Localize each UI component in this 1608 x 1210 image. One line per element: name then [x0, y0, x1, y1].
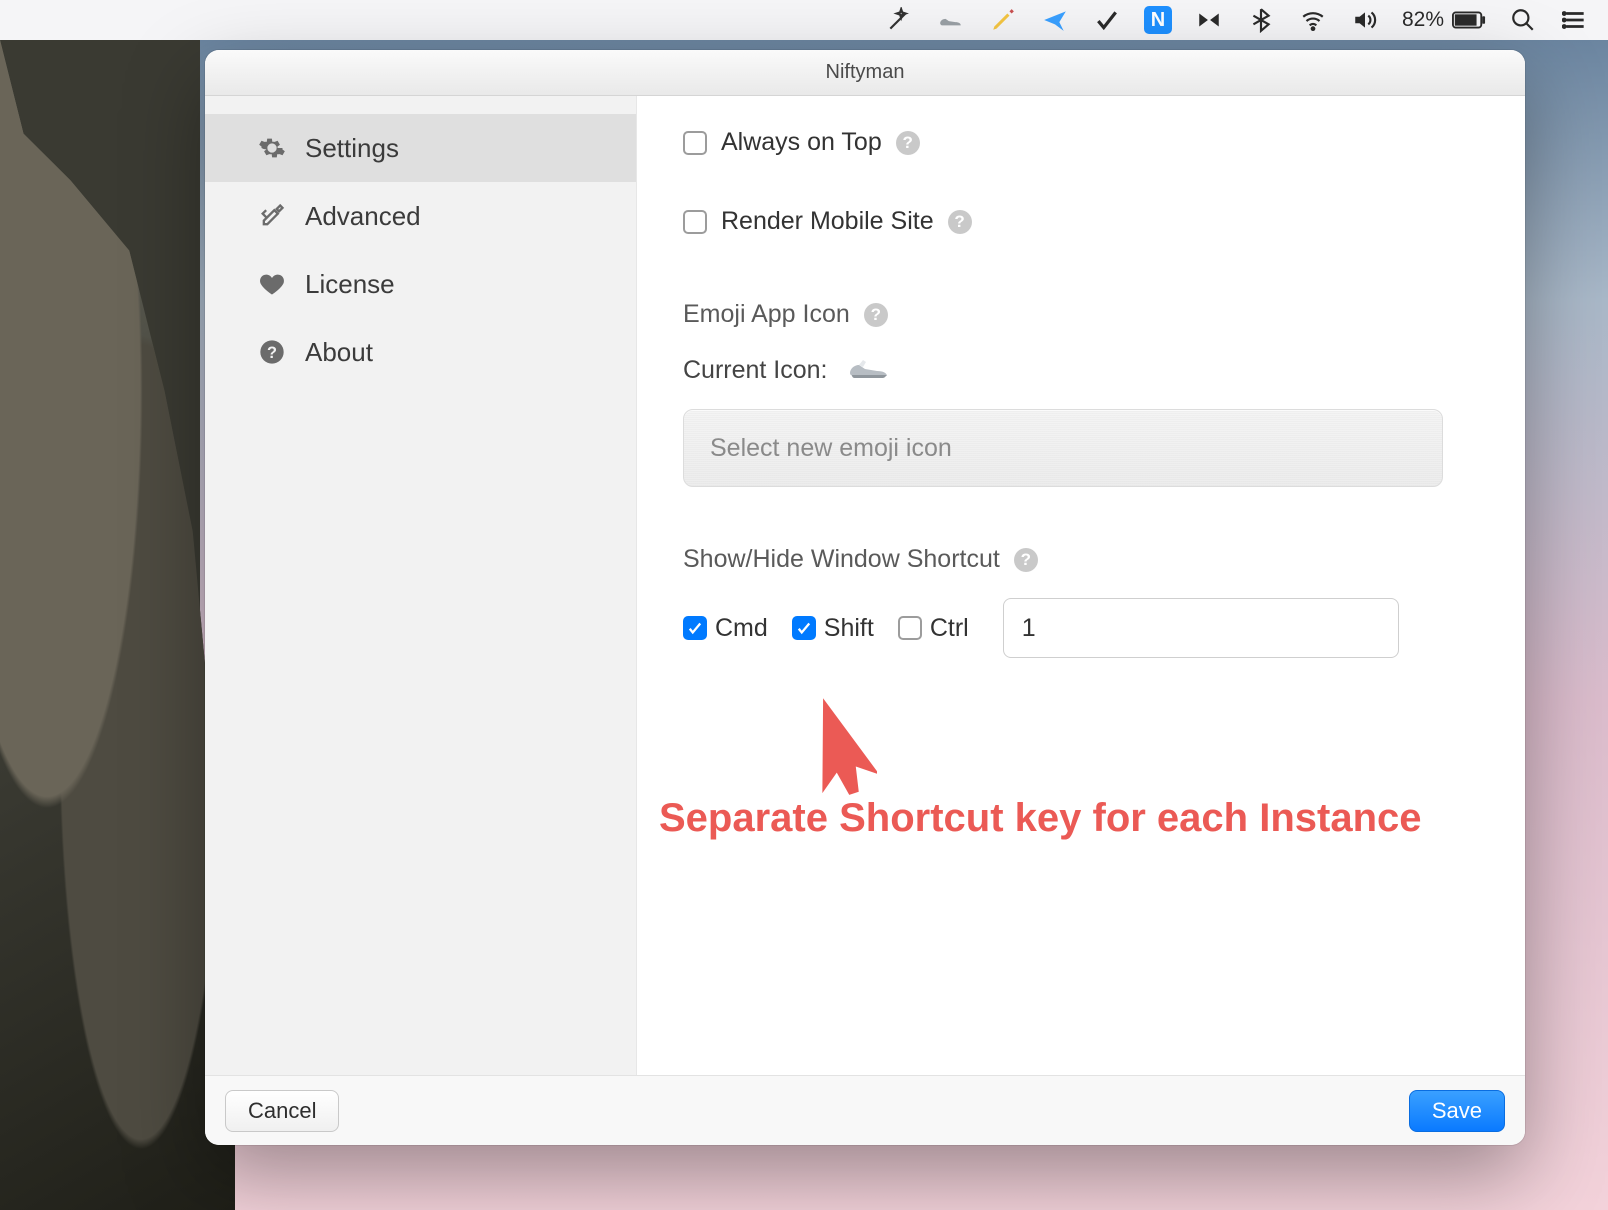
question-circle-icon: ?: [257, 337, 287, 367]
n-app-letter: N: [1151, 9, 1165, 32]
help-icon[interactable]: ?: [1014, 548, 1038, 572]
sidebar: Settings Advanced License ? About: [205, 96, 637, 1075]
emoji-section-title-row: Emoji App Icon ?: [683, 300, 1479, 329]
current-icon-row: Current Icon:: [683, 353, 1479, 387]
emoji-picker-button[interactable]: Select new emoji icon: [683, 409, 1443, 487]
help-icon[interactable]: ?: [896, 131, 920, 155]
gear-icon: [257, 133, 287, 163]
render-mobile-checkbox[interactable]: [683, 210, 707, 234]
menu-list-icon[interactable]: [1560, 5, 1590, 35]
battery-status[interactable]: 82%: [1402, 8, 1486, 32]
shift-mod: Shift: [792, 614, 874, 643]
row-render-mobile: Render Mobile Site ?: [683, 207, 1479, 236]
n-app-icon[interactable]: N: [1144, 6, 1172, 34]
cancel-button[interactable]: Cancel: [225, 1090, 339, 1132]
annotation-arrow-icon: [797, 686, 877, 796]
window-body: Settings Advanced License ? About: [205, 96, 1525, 1075]
annotation-text: Separate Shortcut key for each Instance: [659, 796, 1479, 841]
tools-icon: [257, 201, 287, 231]
settings-window: Niftyman Settings Advanced License: [205, 50, 1525, 1145]
help-icon[interactable]: ?: [864, 303, 888, 327]
cmd-mod: Cmd: [683, 614, 768, 643]
svg-text:?: ?: [267, 344, 277, 362]
shortcut-key-input[interactable]: [1003, 598, 1399, 658]
emoji-picker-placeholder: Select new emoji icon: [710, 434, 952, 463]
magic-wand-icon[interactable]: [884, 5, 914, 35]
window-title: Niftyman: [826, 61, 905, 84]
ctrl-label: Ctrl: [930, 614, 969, 643]
sidebar-item-about[interactable]: ? About: [205, 318, 636, 386]
shift-checkbox[interactable]: [792, 616, 816, 640]
heart-icon: [257, 269, 287, 299]
window-titlebar[interactable]: Niftyman: [205, 50, 1525, 96]
row-always-on-top: Always on Top ?: [683, 128, 1479, 157]
sidebar-item-advanced[interactable]: Advanced: [205, 182, 636, 250]
spotlight-search-icon[interactable]: [1508, 5, 1538, 35]
volume-icon[interactable]: [1350, 5, 1380, 35]
sidebar-item-settings[interactable]: Settings: [205, 114, 636, 182]
render-mobile-label: Render Mobile Site: [721, 207, 934, 236]
sidebar-item-label: License: [305, 269, 395, 300]
emoji-section-title: Emoji App Icon: [683, 300, 850, 329]
shortcut-section-title: Show/Hide Window Shortcut: [683, 545, 1000, 574]
always-on-top-label: Always on Top: [721, 128, 882, 157]
ctrl-mod: Ctrl: [898, 614, 969, 643]
battery-percent-text: 82%: [1402, 8, 1444, 32]
settings-content: Always on Top ? Render Mobile Site ? Emo…: [637, 96, 1525, 1075]
sidebar-item-label: Settings: [305, 133, 399, 164]
bluetooth-icon[interactable]: [1246, 5, 1276, 35]
wifi-icon[interactable]: [1298, 5, 1328, 35]
help-icon[interactable]: ?: [948, 210, 972, 234]
always-on-top-checkbox[interactable]: [683, 131, 707, 155]
cancel-button-label: Cancel: [248, 1098, 316, 1124]
shortcut-mod-row: Cmd Shift Ctrl: [683, 598, 1479, 658]
cmd-checkbox[interactable]: [683, 616, 707, 640]
shoe-icon[interactable]: [936, 5, 966, 35]
save-button[interactable]: Save: [1409, 1090, 1505, 1132]
shift-label: Shift: [824, 614, 874, 643]
airplane-icon[interactable]: [1040, 5, 1070, 35]
ctrl-checkbox[interactable]: [898, 616, 922, 640]
macos-menu-bar: N 82%: [0, 0, 1608, 40]
bowtie-icon[interactable]: [1194, 5, 1224, 35]
window-footer: Cancel Save: [205, 1075, 1525, 1145]
checkmark-icon[interactable]: [1092, 5, 1122, 35]
running-shoe-icon: [848, 353, 890, 387]
shortcut-section-title-row: Show/Hide Window Shortcut ?: [683, 545, 1479, 574]
cmd-label: Cmd: [715, 614, 768, 643]
sidebar-item-label: About: [305, 337, 373, 368]
save-button-label: Save: [1432, 1098, 1482, 1124]
current-icon-label: Current Icon:: [683, 356, 828, 385]
sidebar-item-label: Advanced: [305, 201, 421, 232]
pencil-icon[interactable]: [988, 5, 1018, 35]
sidebar-item-license[interactable]: License: [205, 250, 636, 318]
